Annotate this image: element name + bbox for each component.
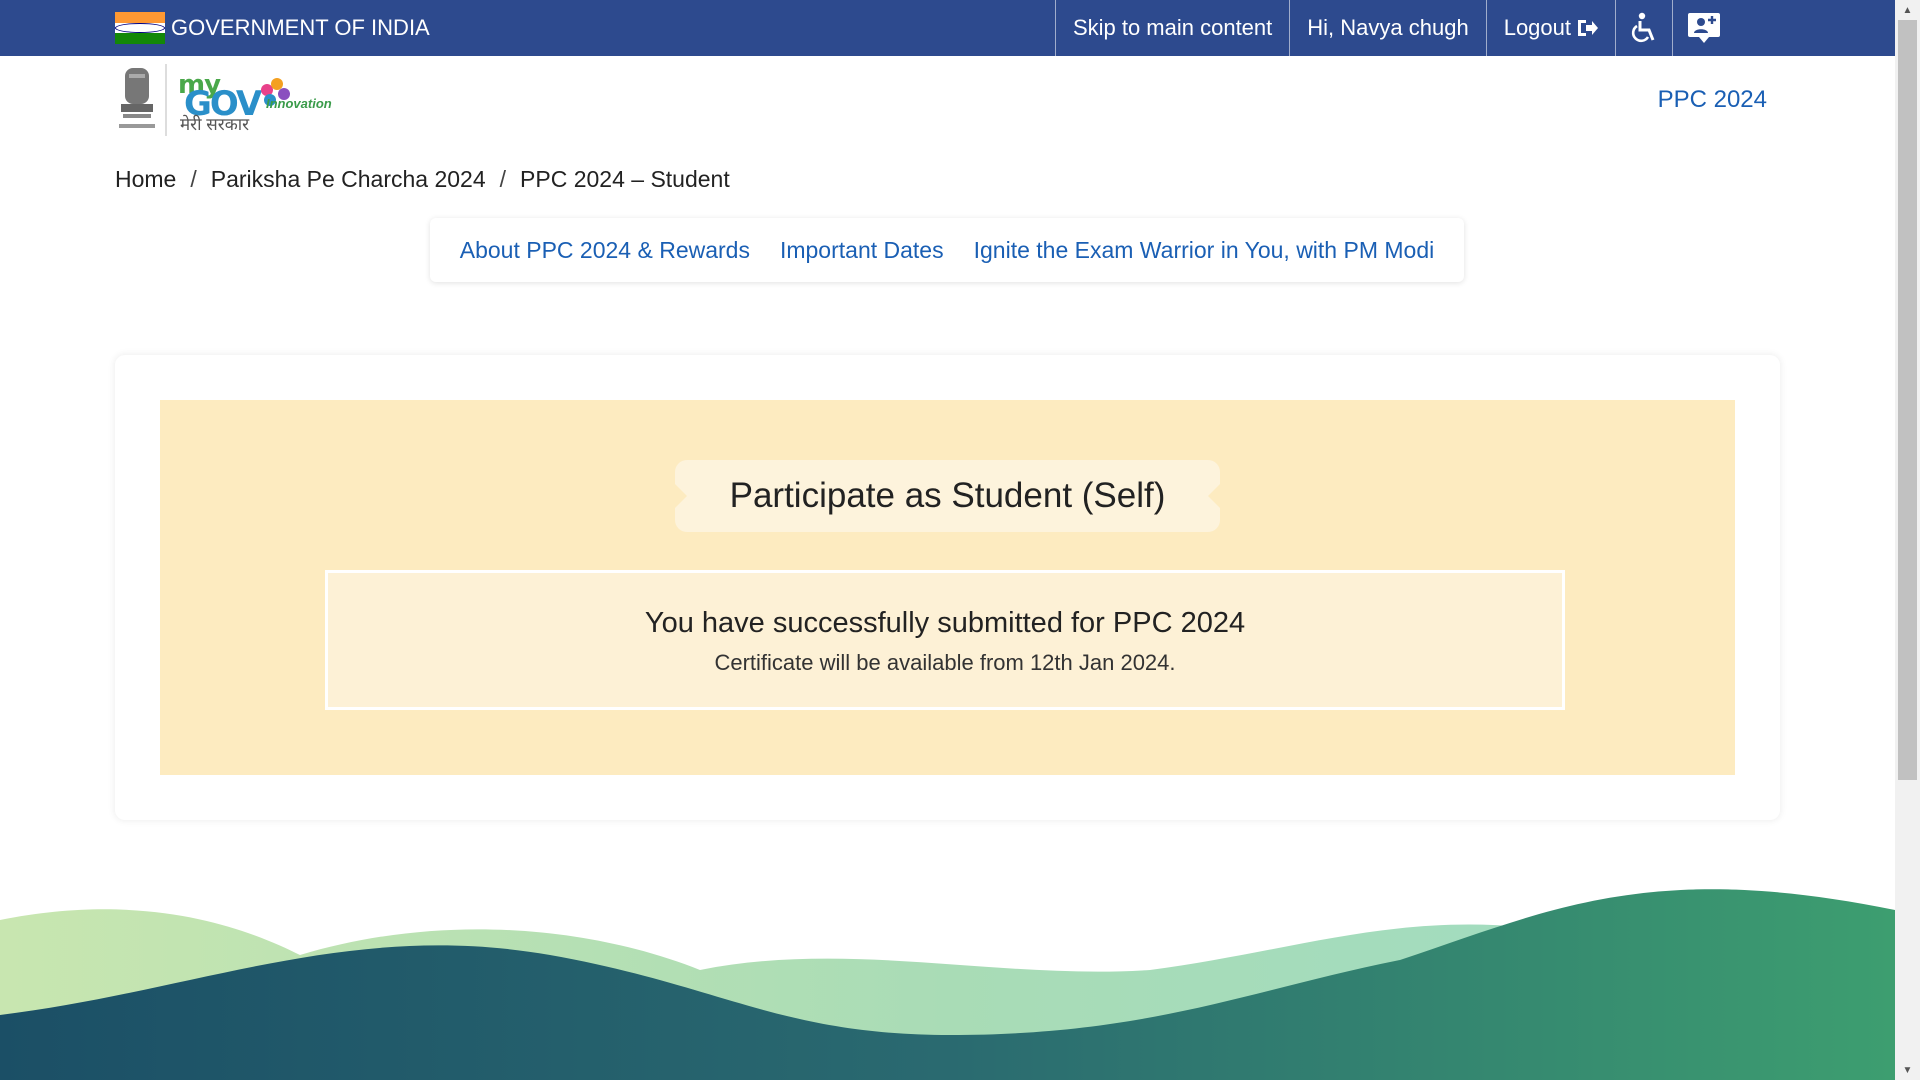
skip-to-main-link[interactable]: Skip to main content xyxy=(1054,0,1289,56)
scroll-up-arrow-icon[interactable]: ▲ xyxy=(1895,0,1920,20)
mygov-logo[interactable]: my GOV मेरी सरकार Innovation xyxy=(176,70,346,134)
breadcrumb-separator: / xyxy=(190,166,197,192)
government-title: GOVERNMENT OF INDIA xyxy=(171,15,430,40)
certificate-note: Certificate will be available from 12th … xyxy=(714,650,1176,675)
success-message-box: You have successfully submitted for PPC … xyxy=(325,570,1565,710)
breadcrumb-current: PPC 2024 – Student xyxy=(520,166,730,192)
india-flag-icon xyxy=(115,12,165,45)
breadcrumb-home[interactable]: Home xyxy=(115,166,176,193)
user-add-button[interactable] xyxy=(1672,0,1735,56)
breadcrumb-pariksha-pe-charcha[interactable]: Pariksha Pe Charcha 2024 xyxy=(211,166,486,193)
vertical-scrollbar[interactable]: ▲ ▼ xyxy=(1895,0,1920,1080)
breadcrumb: Home / Pariksha Pe Charcha 2024 / PPC 20… xyxy=(115,166,730,193)
logo-innovation-text: Innovation xyxy=(266,96,332,111)
success-message: You have successfully submitted for PPC … xyxy=(644,607,1246,639)
site-header: my GOV मेरी सरकार Innovation PPC 2024 xyxy=(0,56,1895,142)
user-add-icon xyxy=(1688,13,1720,43)
logo-hindi-text: मेरी सरकार xyxy=(180,115,250,134)
accessibility-icon xyxy=(1631,12,1655,43)
national-emblem-icon xyxy=(119,68,155,128)
decorative-waves xyxy=(0,889,1895,1080)
government-bar-actions: Skip to main content Hi, Navya chugh Log… xyxy=(1054,0,1735,56)
breadcrumb-separator: / xyxy=(499,166,507,192)
nav-ignite-exam-warrior[interactable]: Ignite the Exam Warrior in You, with PM … xyxy=(974,237,1435,264)
government-branding: GOVERNMENT OF INDIA xyxy=(115,0,430,56)
government-bar: GOVERNMENT OF INDIA Skip to main content… xyxy=(0,0,1895,56)
page: GOVERNMENT OF INDIA Skip to main content… xyxy=(0,0,1895,1080)
nav-important-dates[interactable]: Important Dates xyxy=(780,237,944,264)
section-nav: About PPC 2024 & Rewards Important Dates… xyxy=(430,218,1464,282)
user-greeting[interactable]: Hi, Navya chugh xyxy=(1289,0,1485,56)
ppc-2024-link[interactable]: PPC 2024 xyxy=(1658,86,1767,114)
submission-card: Participate as Student (Self) You have s… xyxy=(115,355,1780,820)
logout-icon xyxy=(1578,20,1598,36)
scroll-thumb[interactable] xyxy=(1898,20,1917,780)
logout-label: Logout xyxy=(1503,15,1571,40)
nav-about-rewards[interactable]: About PPC 2024 & Rewards xyxy=(460,237,750,264)
logout-button[interactable]: Logout xyxy=(1485,0,1615,56)
submission-panel: Participate as Student (Self) You have s… xyxy=(160,400,1735,775)
panel-heading: Participate as Student (Self) xyxy=(673,460,1222,532)
accessibility-button[interactable] xyxy=(1615,0,1672,56)
scroll-down-arrow-icon[interactable]: ▼ xyxy=(1895,1060,1920,1080)
logo-divider xyxy=(165,64,167,136)
